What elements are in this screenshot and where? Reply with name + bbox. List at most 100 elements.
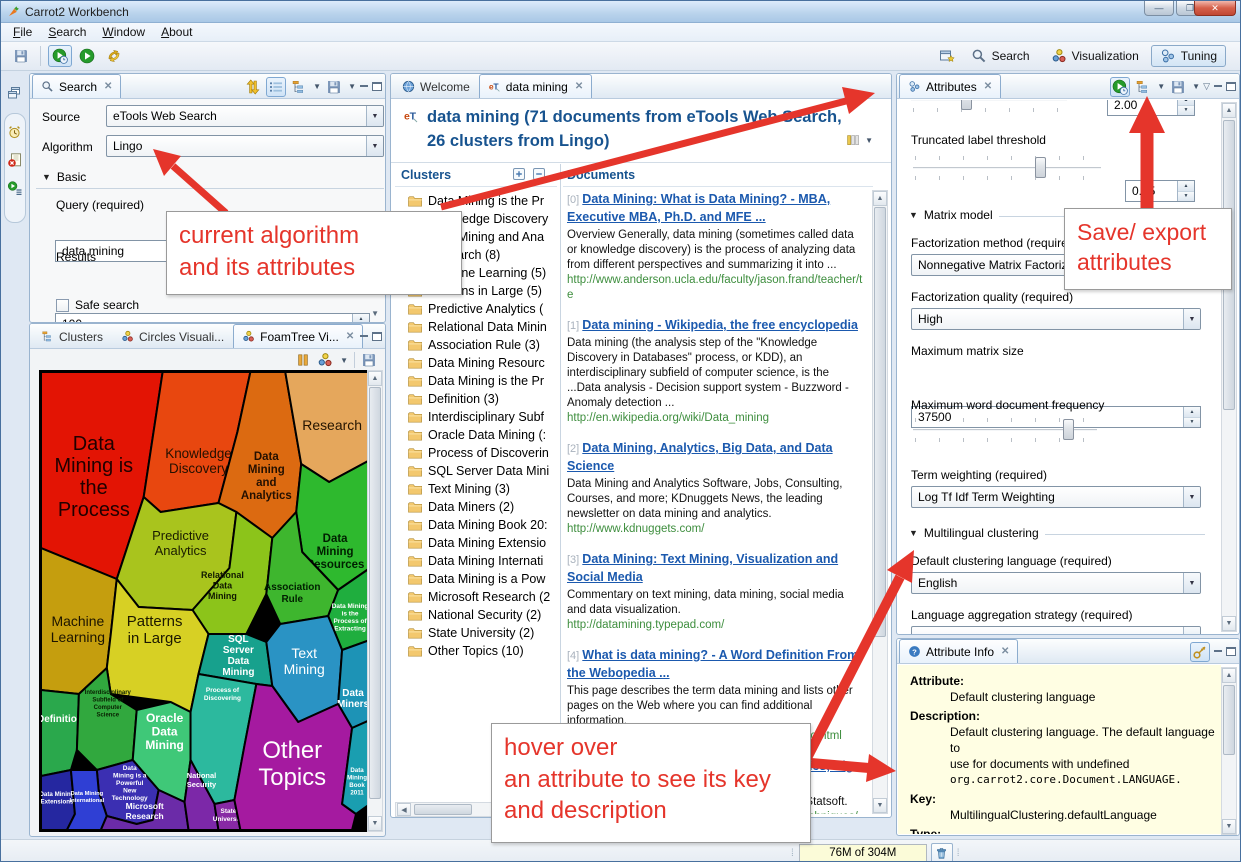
cluster-tree-item[interactable]: Interdisciplinary Subf — [393, 408, 558, 426]
tab-circles[interactable]: Circles Visuali... — [112, 324, 233, 348]
cluster-tree-item[interactable]: Data Mining Book 20: — [393, 516, 558, 534]
restore-panes-icon[interactable] — [6, 85, 22, 101]
tab-foamtree[interactable]: FoamTree Vi...✕ — [233, 324, 363, 348]
document-url[interactable]: http://datamining.typepad.com/ — [567, 618, 865, 633]
results-stepper[interactable]: ▲▼ — [352, 314, 369, 323]
link-attribute-button[interactable] — [1190, 642, 1210, 662]
tab-attributes[interactable]: Attributes✕ — [899, 74, 1001, 98]
save-menu[interactable]: ▼ — [348, 82, 356, 91]
tree-layout-button[interactable] — [289, 77, 309, 97]
document-title-link[interactable]: Data Mining: What is Data Mining? - MBA,… — [567, 192, 830, 224]
cluster-tree-item[interactable]: Data Mining Extensio — [393, 534, 558, 552]
close-tab-icon[interactable]: ✕ — [1001, 646, 1009, 657]
maximize-view-icon[interactable] — [1226, 647, 1236, 656]
cluster-tree-item[interactable]: SQL Server Data Mini — [393, 462, 558, 480]
error-log-view-icon[interactable] — [7, 152, 23, 168]
minimize-view-icon[interactable] — [359, 82, 369, 91]
cluster-tree-item[interactable]: Definition (3) — [393, 390, 558, 408]
scroll-down-icon[interactable]: ▼ — [371, 309, 379, 318]
minimize-button[interactable]: — — [1144, 1, 1174, 16]
maximize-view-icon[interactable] — [372, 332, 382, 341]
cluster-tree-item[interactable]: Data Mining Resourc — [393, 354, 558, 372]
tab-welcome[interactable]: Welcome — [393, 74, 479, 98]
scroll-down-icon[interactable]: ▼ — [1222, 616, 1236, 631]
save-visualization-icon[interactable] — [361, 352, 377, 368]
cluster-tree-item[interactable]: Predictive Analytics ( — [393, 300, 558, 318]
color-scheme-icon[interactable] — [317, 352, 333, 368]
cluster-tree-item[interactable]: National Security (2) — [393, 606, 558, 624]
save-attributes-button[interactable] — [324, 77, 344, 97]
flat-layout-button[interactable] — [266, 77, 286, 97]
close-tab-icon[interactable]: ✕ — [104, 81, 112, 92]
scroll-up-icon[interactable]: ▲ — [368, 371, 382, 386]
attributes-scrollbar[interactable]: ▲ ▼ — [1221, 102, 1237, 632]
document-title-link[interactable]: Data mining - Wikipedia, the free encycl… — [582, 318, 858, 332]
run-button[interactable] — [75, 45, 99, 67]
cluster-tree-item[interactable]: Data Mining Internati — [393, 552, 558, 570]
stepper[interactable]: ▲▼ — [1177, 181, 1194, 201]
garbage-collect-button[interactable] — [931, 843, 953, 862]
attribute-info-scrollbar[interactable]: ▲ ▼ — [1221, 667, 1237, 835]
max-word-doc-frequency-slider[interactable] — [911, 418, 1099, 442]
save-attributes-menu[interactable]: ▼ — [1192, 82, 1200, 91]
cluster-tree-item[interactable]: Data Miners (2) — [393, 498, 558, 516]
cluster-tree-item[interactable]: Oracle Data Mining (: — [393, 426, 558, 444]
cluster-tree-item[interactable]: Text Mining (3) — [393, 480, 558, 498]
results-input[interactable]: 100 ▲▼ — [55, 313, 370, 323]
cluster-tree-item[interactable]: Other Topics (10) — [393, 642, 558, 660]
close-tab-icon[interactable]: ✕ — [575, 81, 583, 92]
expand-all-icon[interactable] — [511, 166, 527, 182]
stepper[interactable]: ▲▼ — [1177, 100, 1194, 115]
perspective-tuning[interactable]: Tuning — [1151, 45, 1226, 67]
document-url[interactable]: http://en.wikipedia.org/wiki/Data_mining — [567, 411, 865, 426]
close-tab-icon[interactable]: ✕ — [346, 331, 354, 342]
cluster-tree-item[interactable]: Data Mining is a Pow — [393, 570, 558, 588]
cluster-tree-item[interactable]: Data Mining is the Pr — [393, 372, 558, 390]
drag-handle[interactable]: ⁞ — [791, 848, 795, 859]
attribute-grouping-button[interactable] — [1133, 77, 1153, 97]
truncated-label-threshold-slider[interactable] — [911, 156, 1103, 180]
minimize-view-icon[interactable] — [1213, 82, 1223, 91]
menu-search[interactable]: Search — [40, 24, 94, 40]
cluster-tree-item[interactable]: Microsoft Research (2 — [393, 588, 558, 606]
menu-file[interactable]: File — [5, 24, 40, 40]
document-url[interactable]: http://www.anderson.ucla.edu/faculty/jas… — [567, 273, 865, 303]
stepper[interactable]: ▲▼ — [1183, 407, 1200, 427]
grouping-menu[interactable]: ▼ — [1157, 82, 1165, 91]
phrase-label-boost-slider[interactable] — [909, 100, 1069, 112]
maximize-view-icon[interactable] — [372, 82, 382, 91]
language-aggregation-combo[interactable]: ▼ — [911, 626, 1201, 634]
scroll-left-icon[interactable]: ◀ — [397, 803, 411, 816]
basic-section-header[interactable]: ▼Basic — [42, 170, 384, 184]
color-scheme-menu[interactable]: ▼ — [340, 356, 348, 365]
live-update-button[interactable] — [1110, 77, 1130, 97]
cluster-tree-item[interactable]: State University (2) — [393, 624, 558, 642]
phrase-label-boost-input[interactable]: 2.00▲▼ — [1107, 100, 1195, 116]
benchmark-view-icon[interactable] — [7, 124, 23, 140]
view-menu-icon[interactable]: ▽ — [1203, 81, 1210, 92]
title-bar[interactable]: Carrot2 Workbench — ❐ ✕ — [1, 1, 1240, 23]
term-weighting-combo[interactable]: Log Tf Idf Term Weighting▼ — [911, 486, 1201, 508]
scroll-down-icon[interactable]: ▼ — [368, 816, 382, 831]
foamtree-scrollbar[interactable]: ▲ ▼ — [367, 370, 383, 832]
open-perspective-button[interactable] — [935, 45, 959, 67]
factorization-quality-combo[interactable]: High▼ — [911, 308, 1201, 330]
maximize-view-icon[interactable] — [1226, 82, 1236, 91]
menu-about[interactable]: About — [153, 24, 200, 40]
tab-data-mining[interactable]: eTdata mining✕ — [479, 74, 592, 98]
swap-source-button[interactable] — [243, 77, 263, 97]
cluster-tree-item[interactable]: Association Rule (3) — [393, 336, 558, 354]
drag-handle[interactable]: ⁞ — [957, 848, 961, 859]
scroll-up-icon[interactable]: ▲ — [1222, 103, 1236, 118]
close-button[interactable]: ✕ — [1194, 1, 1236, 16]
cluster-tree-item[interactable]: Relational Data Minin — [393, 318, 558, 336]
foamtree-canvas[interactable]: DataMining istheProcessKnowledgeDiscover… — [39, 370, 372, 832]
experiments-view-icon[interactable] — [7, 180, 23, 196]
default-clustering-language-combo[interactable]: English▼ — [911, 572, 1201, 594]
document-title-link[interactable]: Data Mining, Analytics, Big Data, and Da… — [567, 441, 833, 473]
layout-menu[interactable]: ▼ — [865, 136, 873, 145]
safe-search-checkbox[interactable] — [56, 299, 69, 312]
layout-columns-icon[interactable] — [845, 132, 861, 148]
multilingual-clustering-section[interactable]: ▼Multilingual clustering — [909, 526, 1205, 540]
scroll-up-icon[interactable]: ▲ — [873, 191, 887, 206]
